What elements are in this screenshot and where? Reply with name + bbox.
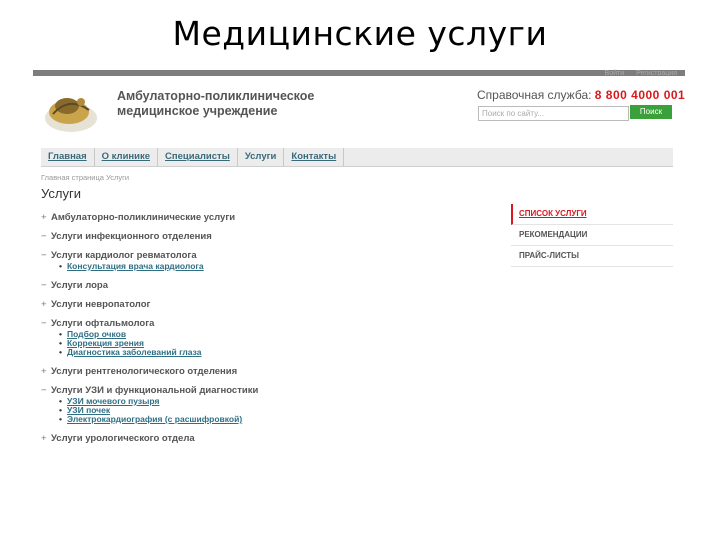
search-button[interactable]: Поиск [630,105,672,119]
main-nav: Главная О клинике Специалисты Услуги Кон… [41,148,673,167]
service-category[interactable]: + Услуги невропатолог [41,299,511,311]
top-bar [33,70,685,76]
service-category[interactable]: + Услуги рентгенологического отделения [41,366,511,378]
help-line: Справочная служба: 8 800 4000 001 [477,88,685,102]
nav-about[interactable]: О клинике [95,148,159,166]
register-link[interactable]: Регистрация [636,70,677,77]
service-category[interactable]: + Амбулаторно-поликлинические услуги [41,212,511,224]
sidebar-menu: СПИСОК УСЛУГИ РЕКОМЕНДАЦИИ ПРАЙС-ЛИСТЫ [511,204,673,267]
service-link[interactable]: Электрокардиография (с расшифровкой) [41,415,511,424]
clinic-logo-icon [45,98,97,132]
service-category[interactable]: − Услуги лора [41,280,511,292]
expand-icon[interactable]: + [41,433,51,445]
collapse-icon[interactable]: − [41,318,51,330]
expand-icon[interactable]: + [41,212,51,224]
collapse-icon[interactable]: − [41,280,51,292]
collapse-icon[interactable]: − [41,385,51,397]
sidebar-item-price-lists[interactable]: ПРАЙС-ЛИСТЫ [511,246,673,267]
help-label: Справочная служба: [477,88,592,102]
services-list: + Амбулаторно-поликлинические услуги − Усл… [41,212,511,445]
service-category[interactable]: + Услуги урологического отдела [41,433,511,445]
slide-title: Медицинские услуги [172,14,548,53]
breadcrumb: Главная страница Услуги [41,173,130,182]
org-name: Амбулаторно-поликлиническое медицинское … [117,89,315,118]
service-link[interactable]: Диагностика заболеваний глаза [41,348,511,357]
service-category[interactable]: − Услуги инфекционного отделения [41,231,511,243]
page-title: Услуги [41,186,81,201]
sidebar-item-services-list[interactable]: СПИСОК УСЛУГИ [511,204,673,225]
website-screenshot: Войти Регистрация Амбулаторно-поликлинич… [33,70,685,462]
service-link[interactable]: УЗИ мочевого пузыря [41,397,511,406]
search-input[interactable]: Поиск по сайту... [478,106,629,121]
help-phone[interactable]: 8 800 4000 001 [595,88,685,102]
login-link[interactable]: Войти [605,70,625,77]
nav-services[interactable]: Услуги [238,148,285,166]
nav-contacts[interactable]: Контакты [284,148,345,166]
auth-links: Войти Регистрация [595,70,677,77]
nav-home[interactable]: Главная [41,148,95,166]
collapse-icon[interactable]: − [41,250,51,262]
service-link[interactable]: Консультация врача кардиолога [41,262,511,271]
nav-specialists[interactable]: Специалисты [158,148,238,166]
expand-icon[interactable]: + [41,299,51,311]
sidebar-item-recommendations[interactable]: РЕКОМЕНДАЦИИ [511,225,673,246]
collapse-icon[interactable]: − [41,231,51,243]
expand-icon[interactable]: + [41,366,51,378]
